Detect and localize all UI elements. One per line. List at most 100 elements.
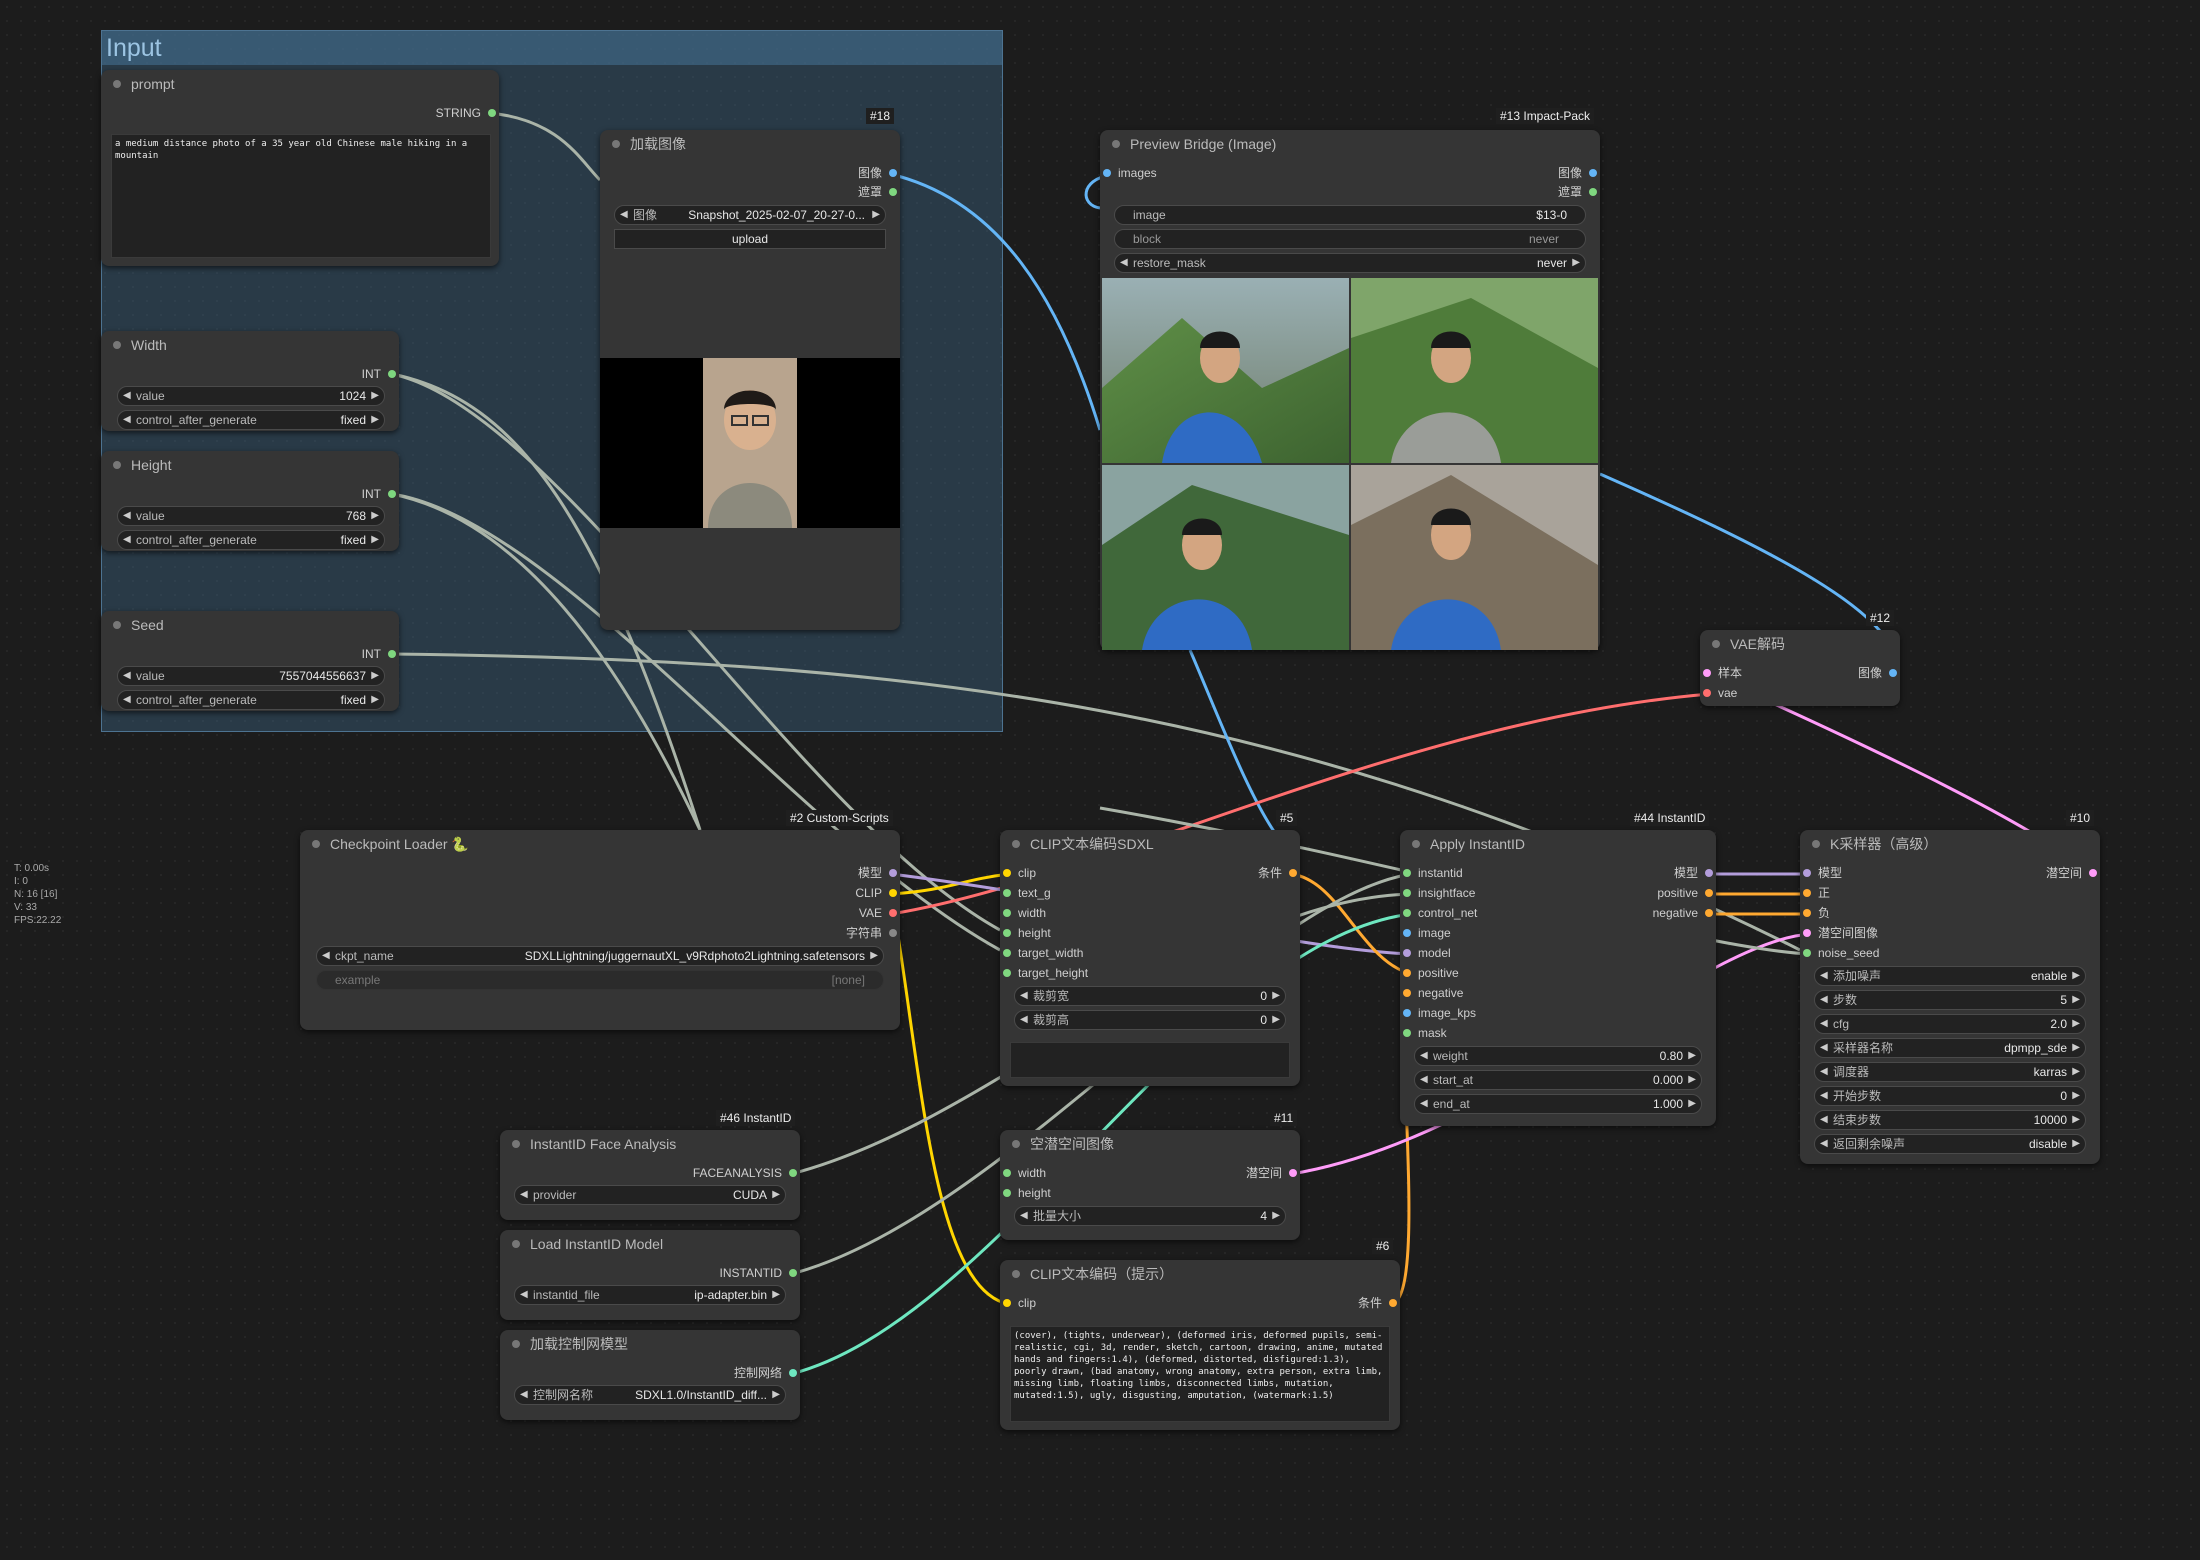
- arrow-right-icon[interactable]: ▶: [371, 691, 379, 709]
- slot-dot[interactable]: [1803, 909, 1811, 917]
- input-negative[interactable]: negative: [1400, 984, 1463, 1002]
- output-positive[interactable]: positive: [1657, 884, 1716, 902]
- arrow-left-icon[interactable]: ◀: [1120, 254, 1128, 272]
- arrow-left-icon[interactable]: ◀: [1420, 1047, 1428, 1065]
- prompt-textarea[interactable]: a medium distance photo of a 35 year old…: [111, 134, 491, 258]
- slot-dot[interactable]: [1403, 969, 1411, 977]
- slot-dot[interactable]: [2089, 869, 2097, 877]
- output-string[interactable]: 字符串: [846, 924, 900, 942]
- slot-dot[interactable]: [1003, 1169, 1011, 1177]
- slot-dot[interactable]: [1703, 689, 1711, 697]
- node-vae-decode[interactable]: VAE解码 样本 vae 图像: [1700, 630, 1900, 706]
- slot-dot[interactable]: [1889, 669, 1897, 677]
- arrow-right-icon[interactable]: ▶: [772, 1186, 780, 1204]
- upload-button[interactable]: upload: [614, 229, 886, 249]
- input-latent[interactable]: 潜空间图像: [1800, 924, 1878, 942]
- node-title[interactable]: Height: [101, 451, 399, 479]
- input-model[interactable]: 模型: [1800, 864, 1842, 882]
- slot-dot[interactable]: [1403, 1029, 1411, 1037]
- node-height[interactable]: Height INT ◀ value 768 ▶ ◀ control_after…: [101, 451, 399, 551]
- arrow-right-icon[interactable]: ▶: [1272, 1207, 1280, 1225]
- arrow-left-icon[interactable]: ◀: [322, 947, 330, 965]
- input-target-height[interactable]: target_height: [1000, 964, 1088, 982]
- slot-dot[interactable]: [1403, 909, 1411, 917]
- slot-dot[interactable]: [1589, 188, 1597, 196]
- slot-dot[interactable]: [1705, 909, 1713, 917]
- slot-dot[interactable]: [1589, 169, 1597, 177]
- arrow-left-icon[interactable]: ◀: [123, 411, 131, 429]
- slot-dot[interactable]: [1803, 949, 1811, 957]
- arrow-left-icon[interactable]: ◀: [123, 507, 131, 525]
- arrow-right-icon[interactable]: ▶: [2072, 1039, 2080, 1057]
- node-title[interactable]: 加载图像: [600, 130, 900, 158]
- arrow-right-icon[interactable]: ▶: [2072, 1135, 2080, 1153]
- output-negative[interactable]: negative: [1653, 904, 1716, 922]
- output-conditioning[interactable]: 条件: [1358, 1294, 1400, 1312]
- slot-dot[interactable]: [1703, 669, 1711, 677]
- node-title[interactable]: Width: [101, 331, 399, 359]
- slot-dot[interactable]: [1403, 889, 1411, 897]
- slot-dot[interactable]: [1803, 869, 1811, 877]
- node-title[interactable]: 加载控制网模型: [500, 1330, 800, 1358]
- slot-dot[interactable]: [388, 650, 396, 658]
- arrow-right-icon[interactable]: ▶: [2072, 1063, 2080, 1081]
- node-prompt[interactable]: prompt STRING a medium distance photo of…: [101, 70, 499, 266]
- start-at-widget[interactable]: ◀ start_at 0.000 ▶: [1414, 1070, 1702, 1090]
- input-negative[interactable]: 负: [1800, 904, 1830, 922]
- slot-dot[interactable]: [488, 109, 496, 117]
- arrow-left-icon[interactable]: ◀: [123, 691, 131, 709]
- node-face-analysis[interactable]: InstantID Face Analysis FACEANALYSIS ◀ p…: [500, 1130, 800, 1220]
- arrow-left-icon[interactable]: ◀: [520, 1386, 528, 1404]
- input-instantid[interactable]: instantid: [1400, 864, 1463, 882]
- input-control-net[interactable]: control_net: [1400, 904, 1477, 922]
- node-title[interactable]: prompt: [101, 70, 499, 98]
- block-toggle[interactable]: block never: [1114, 229, 1586, 249]
- image-select-widget[interactable]: ◀ 图像 Snapshot_2025-02-07_20-27-0... ▶: [614, 205, 886, 225]
- input-target-width[interactable]: target_width: [1000, 944, 1083, 962]
- input-height[interactable]: height: [1000, 1184, 1051, 1202]
- node-title[interactable]: 空潜空间图像: [1000, 1130, 1300, 1158]
- node-title[interactable]: Seed: [101, 611, 399, 639]
- arrow-left-icon[interactable]: ◀: [123, 531, 131, 549]
- input-insightface[interactable]: insightface: [1400, 884, 1475, 902]
- arrow-left-icon[interactable]: ◀: [1820, 967, 1828, 985]
- arrow-left-icon[interactable]: ◀: [1820, 1135, 1828, 1153]
- arrow-left-icon[interactable]: ◀: [520, 1286, 528, 1304]
- output-faceanalysis[interactable]: FACEANALYSIS: [693, 1164, 800, 1182]
- input-width[interactable]: width: [1000, 1164, 1046, 1182]
- input-width[interactable]: width: [1000, 904, 1046, 922]
- output-latent[interactable]: 潜空间: [2046, 864, 2100, 882]
- slot-dot[interactable]: [1705, 869, 1713, 877]
- output-model[interactable]: 模型: [858, 864, 900, 882]
- input-noise-seed[interactable]: noise_seed: [1800, 944, 1879, 962]
- sampler-widget[interactable]: ◀ 采样器名称 dpmpp_sde ▶: [1814, 1038, 2086, 1058]
- value-widget[interactable]: ◀ value 1024 ▶: [117, 386, 385, 406]
- node-apply-instantid[interactable]: Apply InstantID instantid insightface co…: [1400, 830, 1716, 1126]
- output-image[interactable]: 图像: [1558, 164, 1600, 182]
- sampler-widget[interactable]: ◀ 开始步数 0 ▶: [1814, 1086, 2086, 1106]
- slot-dot[interactable]: [1705, 889, 1713, 897]
- arrow-left-icon[interactable]: ◀: [123, 667, 131, 685]
- slot-dot[interactable]: [1803, 929, 1811, 937]
- arrow-left-icon[interactable]: ◀: [1820, 991, 1828, 1009]
- slot-dot[interactable]: [1003, 929, 1011, 937]
- arrow-right-icon[interactable]: ▶: [371, 507, 379, 525]
- arrow-right-icon[interactable]: ▶: [1272, 1011, 1280, 1029]
- node-title[interactable]: Checkpoint Loader 🐍: [300, 830, 900, 858]
- node-clip-encode-negative[interactable]: CLIP文本编码（提示） clip 条件 (cover), (tights, u…: [1000, 1260, 1400, 1430]
- provider-widget[interactable]: ◀ provider CUDA ▶: [514, 1185, 786, 1205]
- output-int[interactable]: INT: [362, 365, 399, 383]
- arrow-left-icon[interactable]: ◀: [1820, 1015, 1828, 1033]
- arrow-right-icon[interactable]: ▶: [872, 206, 880, 224]
- input-vae[interactable]: vae: [1700, 684, 1737, 702]
- negative-prompt-textarea[interactable]: (cover), (tights, underwear), (deformed …: [1010, 1326, 1390, 1422]
- control-after-generate-widget[interactable]: ◀ control_after_generate fixed ▶: [117, 410, 385, 430]
- output-model[interactable]: 模型: [1674, 864, 1716, 882]
- slot-dot[interactable]: [1103, 169, 1111, 177]
- output-string[interactable]: STRING: [436, 104, 499, 122]
- node-preview-bridge[interactable]: Preview Bridge (Image) images 图像 遮罩 imag…: [1100, 130, 1600, 650]
- input-clip[interactable]: clip: [1000, 1294, 1036, 1312]
- arrow-right-icon[interactable]: ▶: [1688, 1047, 1696, 1065]
- slot-dot[interactable]: [789, 1269, 797, 1277]
- input-images[interactable]: images: [1100, 164, 1157, 182]
